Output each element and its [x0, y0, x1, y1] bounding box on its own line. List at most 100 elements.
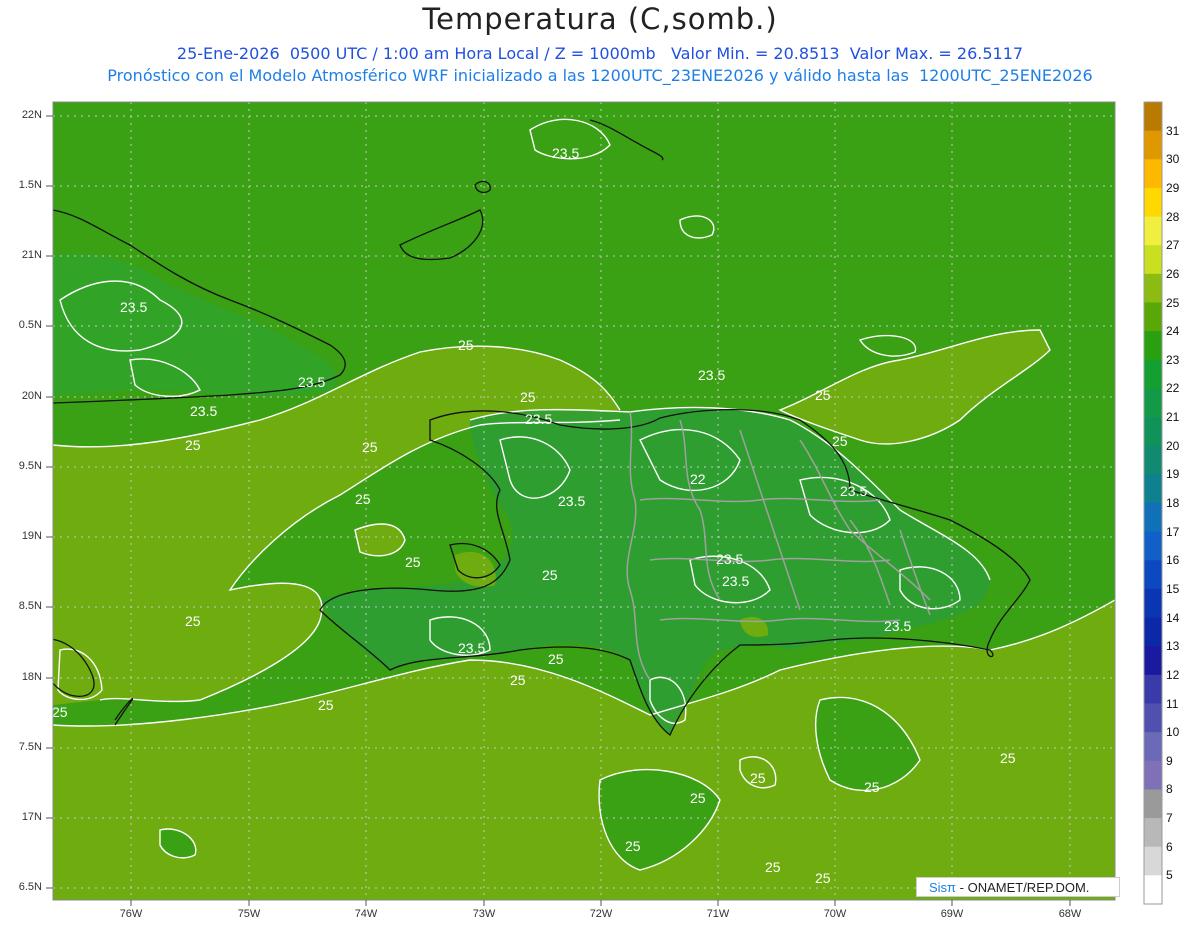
colorbar-swatch — [1144, 245, 1162, 275]
colorbar-label: 27 — [1166, 238, 1180, 253]
colorbar-label: 19 — [1166, 467, 1180, 482]
colorbar-swatch — [1144, 789, 1162, 819]
contour-label: 23.5 — [120, 299, 147, 315]
lon-label: 72W — [589, 908, 613, 920]
colorbar-label: 22 — [1166, 381, 1180, 396]
colorbar-label: 21 — [1166, 410, 1180, 425]
contour-label: 22 — [690, 471, 706, 487]
credit-box: Sisπ - ONAMET/REP.DOM. — [916, 877, 1120, 897]
colorbar-label: 29 — [1166, 180, 1180, 195]
colorbar-swatch — [1144, 331, 1162, 361]
colorbar-swatch — [1144, 159, 1162, 189]
contour-label: 23.5 — [558, 493, 585, 509]
lat-label: 19N — [21, 530, 42, 542]
colorbar-label: 28 — [1166, 209, 1180, 224]
contour-label: 25 — [690, 790, 706, 806]
colorbar-label: 18 — [1166, 496, 1180, 510]
lat-label: 18N — [21, 671, 42, 683]
contour-label: 25 — [542, 567, 558, 583]
colorbar-label: 7 — [1166, 811, 1173, 826]
contour-label: 23.5 — [525, 411, 552, 427]
lon-label: 69W — [940, 908, 964, 920]
lat-label: 1.5N — [18, 179, 42, 191]
colorbar-swatch — [1144, 588, 1162, 619]
colorbar-swatch — [1144, 102, 1162, 132]
contour-label: 23.5 — [552, 145, 579, 161]
colorbar-label: 12 — [1166, 667, 1180, 682]
lon-label: 70W — [823, 908, 847, 920]
colorbar-swatch — [1144, 703, 1162, 733]
colorbar-label: 20 — [1166, 438, 1180, 453]
colorbar-label: 11 — [1166, 696, 1179, 711]
contour-label: 25 — [625, 838, 641, 854]
contour-label: 25 — [1000, 750, 1016, 766]
contour-label: 25 — [520, 389, 536, 405]
colorbar-label: 10 — [1166, 725, 1180, 740]
colorbar-label: 13 — [1166, 639, 1180, 654]
lat-label: 9.5N — [18, 460, 42, 472]
contour-label: 25 — [815, 870, 831, 886]
lon-label: 73W — [472, 908, 496, 920]
colorbar-swatch — [1144, 760, 1162, 790]
colorbar-label: 17 — [1166, 524, 1180, 539]
lat-label: 6.5N — [18, 881, 42, 893]
colorbar-label: 31 — [1166, 123, 1180, 138]
colorbar-swatch — [1144, 302, 1162, 332]
colorbar-swatch — [1144, 674, 1162, 704]
colorbar-swatch — [1144, 273, 1162, 303]
colorbar-swatch — [1144, 818, 1162, 848]
colorbar-swatch — [1144, 474, 1162, 504]
colorbar-swatch — [1144, 732, 1162, 762]
colorbar-swatch — [1144, 359, 1162, 389]
contour-label: 25 — [765, 859, 781, 875]
colorbar-label: 5 — [1166, 868, 1173, 883]
contour-label: 25 — [355, 491, 371, 507]
lat-label: 17N — [21, 811, 42, 823]
contour-label: 25 — [318, 697, 334, 713]
contour-label: 25 — [185, 613, 201, 629]
contour-label: 25 — [750, 770, 766, 786]
colorbar-swatch — [1144, 531, 1162, 561]
colorbar-swatch — [1144, 503, 1162, 533]
sispi-logo: Sisπ — [929, 880, 957, 895]
colorbar-label: 15 — [1166, 581, 1180, 596]
lat-label: 20N — [21, 390, 42, 402]
temperature-map: 23.5 23.5 23.5 23.5 25 25 25 23.5 23.5 25 25 23.5 22… — [46, 101, 1163, 906]
colorbar-swatch — [1144, 130, 1162, 160]
contour-label: 23.5 — [716, 551, 743, 567]
colorbar-swatch — [1144, 417, 1162, 447]
contour-label: 23.5 — [698, 367, 725, 383]
lon-label: 68W — [1058, 908, 1082, 920]
colorbar-swatch — [1144, 560, 1162, 590]
contour-label: 23.5 — [190, 403, 217, 419]
colorbar-swatch — [1144, 445, 1162, 475]
colorbar-swatch — [1144, 846, 1162, 876]
colorbar-label: 24 — [1166, 324, 1180, 339]
contour-label: 25 — [52, 704, 68, 720]
lat-label: 0.5N — [18, 319, 42, 331]
colorbar-swatch — [1144, 646, 1162, 676]
colorbar-swatch — [1144, 388, 1162, 418]
lat-label: 21N — [21, 249, 42, 261]
credit-text: - ONAMET/REP.DOM. — [956, 880, 1090, 895]
lon-label: 71W — [706, 908, 730, 920]
lon-label: 74W — [354, 908, 378, 920]
colorbar-label: 6 — [1166, 839, 1173, 854]
lat-label: 8.5N — [18, 600, 42, 612]
colorbar-label: 23 — [1166, 352, 1180, 367]
contour-label: 25 — [185, 437, 201, 453]
contour-label: 25 — [864, 779, 880, 795]
contour-label: 25 — [510, 672, 526, 688]
colorbar-label: 8 — [1166, 782, 1173, 797]
colorbar-swatch — [1144, 875, 1162, 905]
colorbar-label: 9 — [1166, 753, 1173, 768]
colorbar-swatch — [1144, 617, 1162, 647]
lat-label: 22N — [21, 109, 42, 121]
contour-label: 25 — [548, 651, 564, 667]
colorbar-label: 25 — [1166, 295, 1180, 310]
contour-label: 23.5 — [840, 483, 867, 499]
lon-label: 76W — [119, 908, 143, 920]
colorbar-label: 30 — [1166, 152, 1180, 167]
colorbar-label: 26 — [1166, 266, 1180, 281]
contour-label: 25 — [815, 387, 831, 403]
